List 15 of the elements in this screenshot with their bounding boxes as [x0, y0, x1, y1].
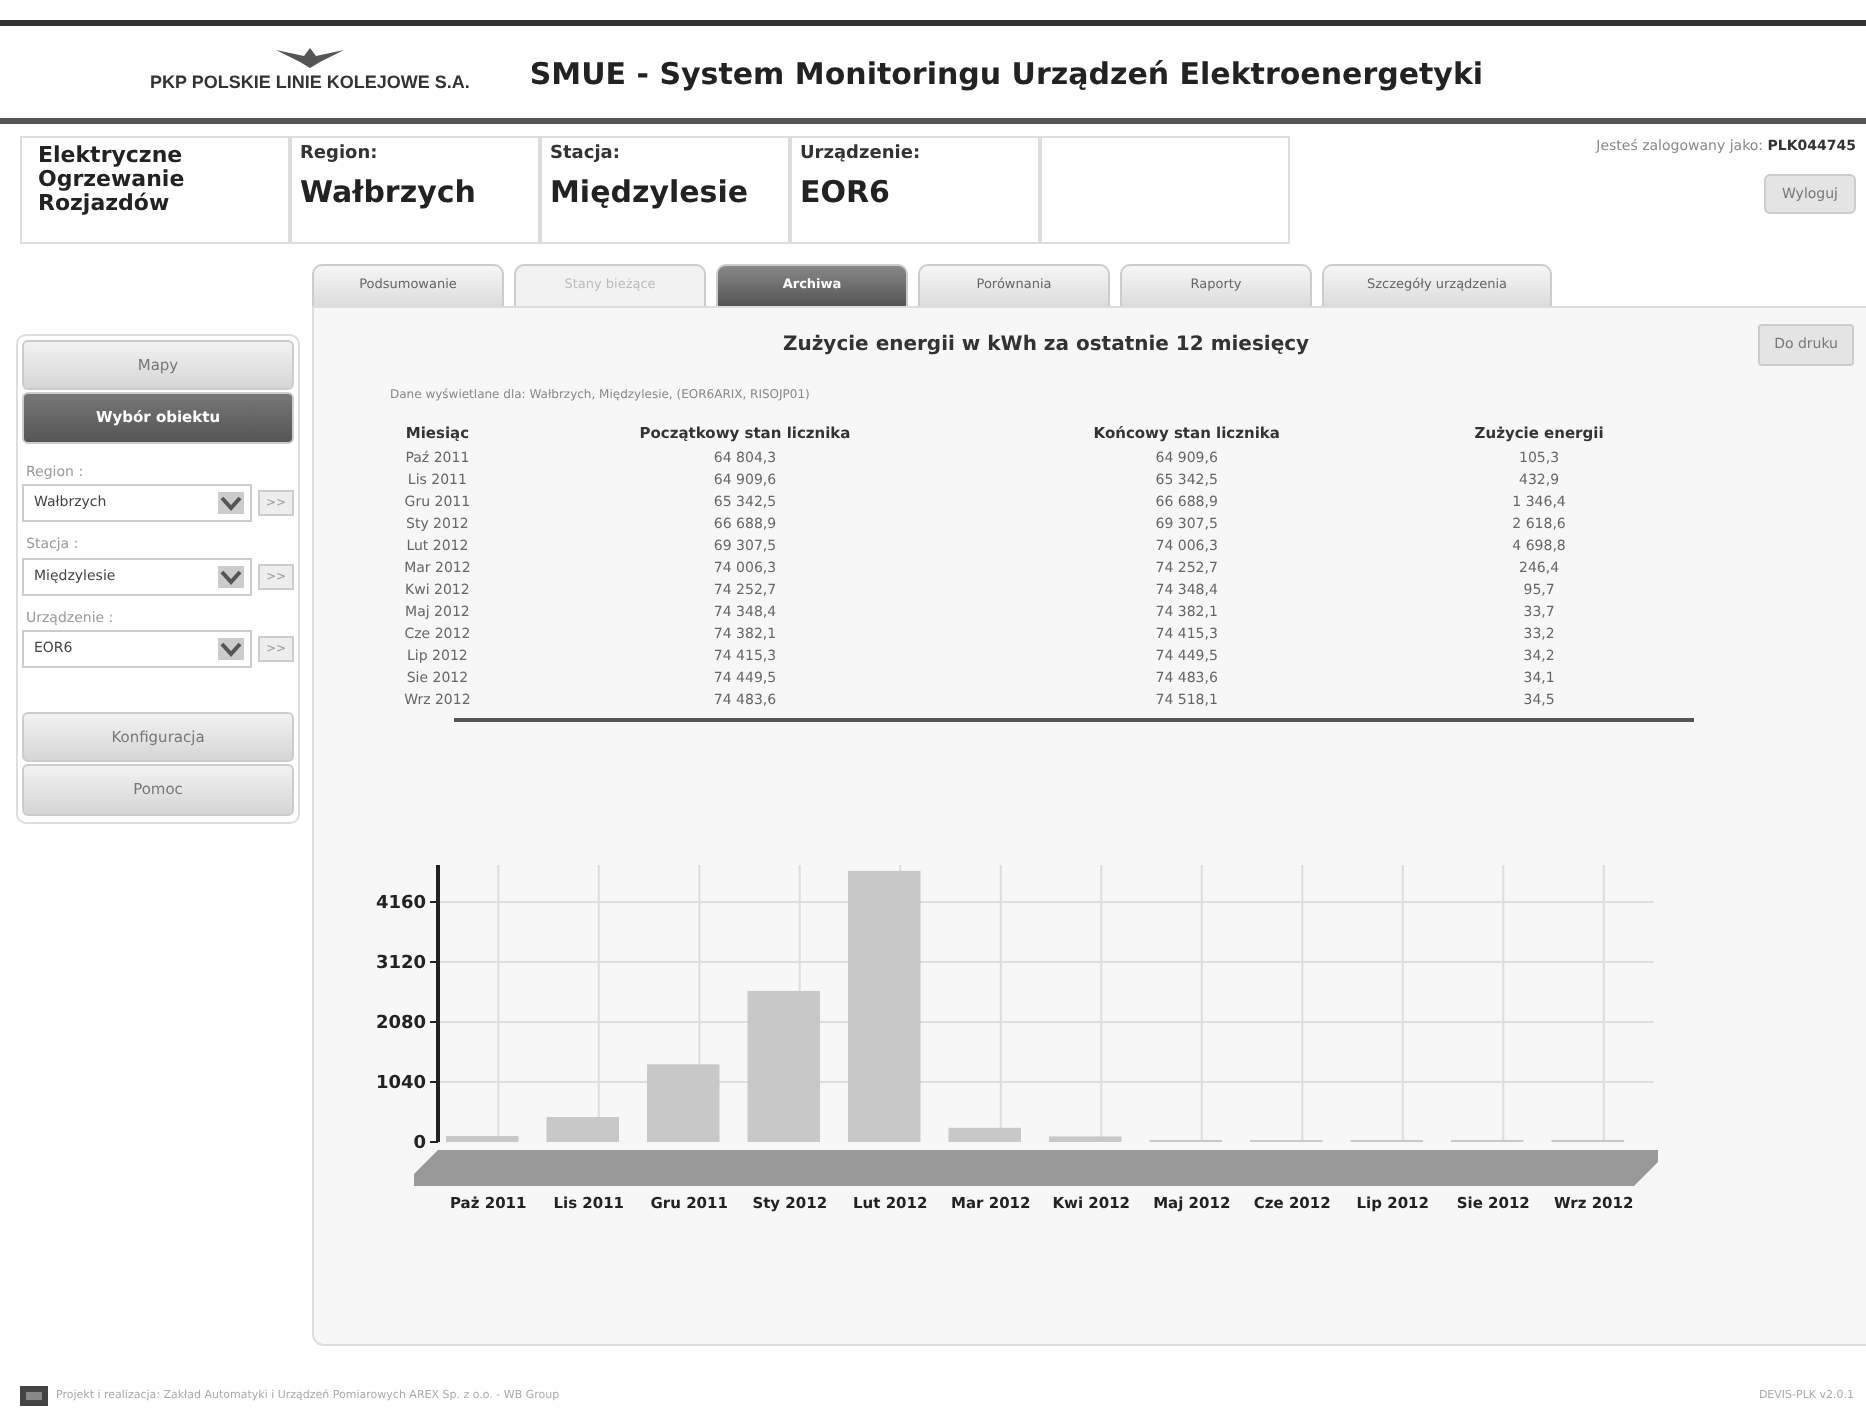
- y-tick-label: 4160: [375, 893, 426, 914]
- y-tick-label: 2080: [375, 1013, 426, 1034]
- info-label: Urządzenie:: [800, 142, 923, 168]
- info-value: Międzylesie: [550, 171, 751, 213]
- y-tick-label: 1040: [375, 1073, 426, 1094]
- system-name: Elektryczne Ogrzewanie Rozjazdów: [20, 136, 290, 244]
- report-title: Zużycie energii w kWh za ostatnie 12 miesięcy: [780, 331, 1312, 360]
- info-value: EOR6: [800, 171, 892, 213]
- company-name: PKP POLSKIE LINIE KOLEJOWE S.A.: [150, 70, 470, 97]
- app-title: SMUE - System Monitoringu Urządzeń Elektroenergetyki: [529, 53, 1484, 96]
- y-tick-label: 3120: [375, 953, 426, 974]
- info-value: Wałbrzych: [300, 171, 478, 213]
- y-tick-label: 0: [413, 1133, 426, 1154]
- info-label: Region:: [300, 142, 380, 168]
- info-label: Stacja:: [550, 142, 622, 168]
